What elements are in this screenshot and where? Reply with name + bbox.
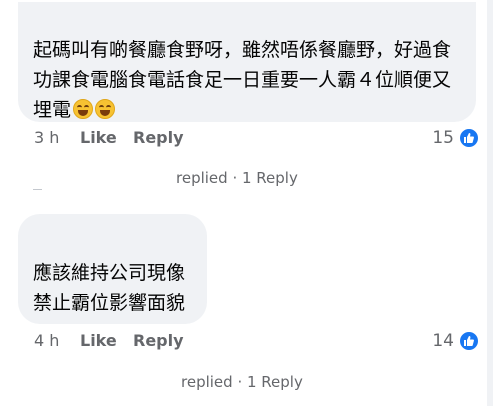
comment-timestamp[interactable]: 3 h: [34, 126, 59, 150]
reaction-count[interactable]: 15: [432, 126, 454, 150]
thread-connector: [33, 189, 42, 190]
like-button[interactable]: Like: [80, 126, 117, 150]
grinning-squinting-face-icon: [73, 99, 94, 119]
like-button[interactable]: Like: [80, 329, 117, 353]
thumbs-up-icon[interactable]: [458, 127, 480, 149]
comment-bubble[interactable]: 起碼叫有啲餐廳食野呀，雖然唔係餐廳野，好過食功課食電腦食電話食足一日重要一人霸４…: [18, 2, 476, 122]
comment-thread: 起碼叫有啲餐廳食野呀，雖然唔係餐廳野，好過食功課食電腦食電話食足一日重要一人霸４…: [0, 0, 493, 406]
comment-text: 應該維持公司現像禁止霸位影響面貌: [33, 262, 186, 314]
comment-bubble[interactable]: 應該維持公司現像禁止霸位影響面貌: [18, 214, 207, 324]
thumbs-up-icon[interactable]: [458, 330, 480, 352]
view-replies-link[interactable]: replied · 1 Reply: [181, 372, 303, 392]
scroll-edge: [487, 0, 493, 406]
reaction-count[interactable]: 14: [432, 329, 454, 353]
reply-button[interactable]: Reply: [133, 126, 184, 150]
comment-actions: 4 h Like Reply 14: [34, 329, 480, 353]
reply-button[interactable]: Reply: [133, 329, 184, 353]
comment-timestamp[interactable]: 4 h: [34, 329, 59, 353]
view-replies-link[interactable]: replied · 1 Reply: [176, 168, 298, 188]
comment-actions: 3 h Like Reply 15: [34, 126, 480, 150]
grinning-squinting-face-icon: [95, 99, 116, 119]
